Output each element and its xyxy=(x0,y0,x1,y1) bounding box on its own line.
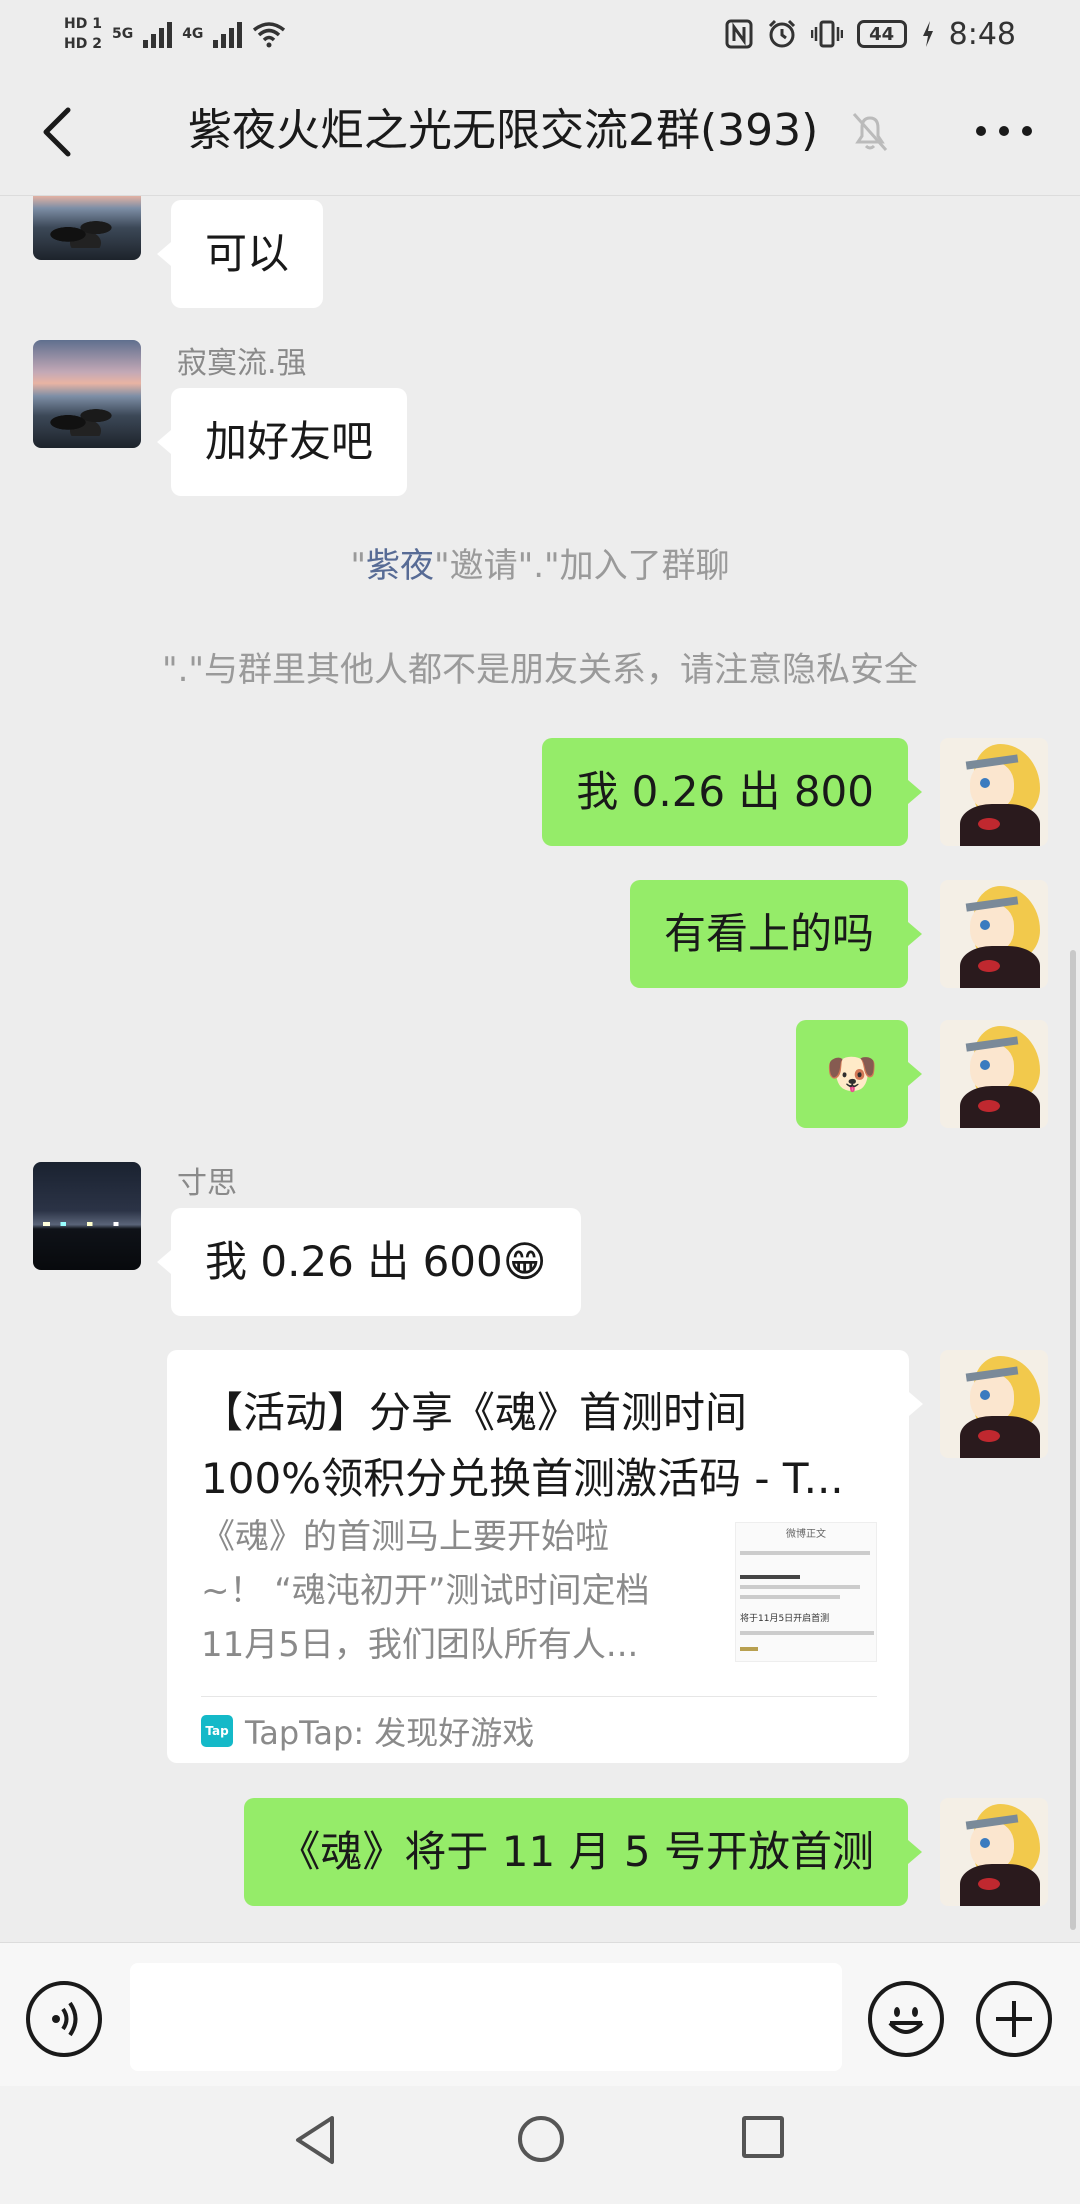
my-avatar[interactable] xyxy=(940,1350,1048,1458)
message-input[interactable] xyxy=(130,1963,842,2071)
card-desc-line1: 《魂》的首测马上要开始啦 xyxy=(201,1517,609,1557)
doge-sticker: 🐶 xyxy=(825,1049,878,1098)
wifi-icon xyxy=(253,22,286,48)
plus-button[interactable] xyxy=(976,1981,1052,2057)
message-text: 《魂》将于 11 月 5 号开放首测 xyxy=(278,1827,874,1876)
thumb-line: 将于11月5日开启首测 xyxy=(740,1614,830,1624)
alarm-icon xyxy=(768,19,795,48)
message-text: 加好友吧 xyxy=(205,417,374,466)
net2-label: 4G xyxy=(182,26,204,42)
my-avatar[interactable] xyxy=(940,1798,1048,1906)
network-indicators: HD 1 HD 2 5G 4G xyxy=(64,8,286,60)
taptap-icon: Tap xyxy=(201,1715,233,1747)
avatar[interactable] xyxy=(33,340,141,448)
scrollbar[interactable] xyxy=(1070,950,1076,1930)
system-message-invite: "紫夜"邀请"."加入了群聊 xyxy=(0,544,1080,588)
invite-quote: " xyxy=(350,546,366,586)
clock: 8:48 xyxy=(948,16,1016,52)
sticker-bubble[interactable]: 🐶 xyxy=(795,1020,923,1128)
plus-icon xyxy=(996,2001,1032,2037)
invite-rest: "邀请"."加入了群聊 xyxy=(433,546,730,586)
vibrate-icon xyxy=(810,20,843,48)
my-avatar[interactable] xyxy=(940,880,1048,988)
card-desc-line2: ~！ “魂沌初开”测试时间定档 xyxy=(201,1571,650,1611)
taptap-icon-text: Tap xyxy=(205,1724,229,1738)
battery-level: 44 xyxy=(869,23,895,45)
message-bubble[interactable]: 加好友吧 xyxy=(156,388,408,496)
thumb-title: 微博正文 xyxy=(786,1529,826,1540)
card-source: Tap TapTap: 发现好游戏 xyxy=(201,1708,534,1754)
card-title: 【活动】分享《魂》首测时间 100%领积分兑换首测激活码 - T... xyxy=(201,1380,881,1512)
voice-icon xyxy=(52,2001,78,2037)
nfc-icon xyxy=(725,19,753,49)
message-text: 我 0.26 出 600😁 xyxy=(205,1237,547,1286)
card-title-line1: 【活动】分享《魂》首测时间 xyxy=(201,1388,748,1437)
card-thumbnail: 微博正文 将于11月5日开启首测 xyxy=(735,1522,877,1662)
signal-icon xyxy=(143,20,173,48)
system-message-privacy: "."与群里其他人都不是朋友关系，请注意隐私安全 xyxy=(0,648,1080,692)
my-avatar[interactable] xyxy=(940,738,1048,846)
more-icon[interactable] xyxy=(976,126,1032,140)
invite-name-link[interactable]: 紫夜 xyxy=(366,546,434,586)
charging-icon xyxy=(922,21,933,47)
voice-button[interactable] xyxy=(26,1981,102,2057)
link-card[interactable]: 【活动】分享《魂》首测时间 100%领积分兑换首测激活码 - T... 《魂》的… xyxy=(167,1350,923,1763)
message-bubble[interactable]: 有看上的吗 xyxy=(629,880,923,988)
input-bar xyxy=(0,1942,1080,2086)
hd1-label: HD 1 xyxy=(64,16,102,32)
message-bubble[interactable]: 我 0.26 出 600😁 xyxy=(157,1208,581,1316)
message-bubble[interactable]: 可以 xyxy=(156,200,324,308)
emoji-button[interactable] xyxy=(868,1981,944,2057)
muted-bell-icon xyxy=(852,113,888,151)
message-bubble[interactable]: 我 0.26 出 800 xyxy=(542,738,922,846)
nav-home-icon[interactable] xyxy=(518,2116,564,2162)
card-desc-line3: 11月5日，我们团队所有人... xyxy=(201,1625,639,1665)
net1-label: 5G xyxy=(111,26,134,42)
sender-name: 寂寞流.强 xyxy=(177,346,307,381)
card-description: 《魂》的首测马上要开始啦 ~！ “魂沌初开”测试时间定档 11月5日，我们团队所… xyxy=(201,1510,691,1672)
my-avatar[interactable] xyxy=(940,1020,1048,1128)
message-text: 有看上的吗 xyxy=(663,909,874,958)
privacy-text: "."与群里其他人都不是朋友关系，请注意隐私安全 xyxy=(161,650,919,690)
nav-recent-icon[interactable] xyxy=(742,2116,784,2158)
emoji-icon xyxy=(888,2007,924,2034)
card-title-line2: 100%领积分兑换首测激活码 - T... xyxy=(201,1454,844,1503)
chat-header: 紫夜火炬之光无限交流2群(393) xyxy=(0,68,1080,196)
back-icon[interactable] xyxy=(34,104,84,160)
nav-back-icon[interactable] xyxy=(292,2114,340,2166)
sender-name: 寸思 xyxy=(177,1166,237,1201)
card-divider xyxy=(201,1696,877,1697)
card-source-label: TapTap: 发现好游戏 xyxy=(245,1714,535,1752)
message-text: 可以 xyxy=(205,229,290,278)
message-bubble[interactable]: 《魂》将于 11 月 5 号开放首测 xyxy=(244,1798,922,1906)
message-text: 我 0.26 出 800 xyxy=(576,767,874,816)
hd2-label: HD 2 xyxy=(64,36,102,52)
status-bar: HD 1 HD 2 5G 4G 44 8:48 xyxy=(0,0,1080,68)
avatar[interactable] xyxy=(33,1162,141,1270)
system-nav-bar xyxy=(0,2086,1080,2204)
status-right: 44 8:48 xyxy=(725,10,1016,58)
battery-icon: 44 xyxy=(856,20,907,48)
signal-icon-2 xyxy=(213,20,243,48)
group-title: 紫夜火炬之光无限交流2群(393) xyxy=(188,105,819,156)
hd-indicators: HD 1 HD 2 xyxy=(64,16,102,52)
